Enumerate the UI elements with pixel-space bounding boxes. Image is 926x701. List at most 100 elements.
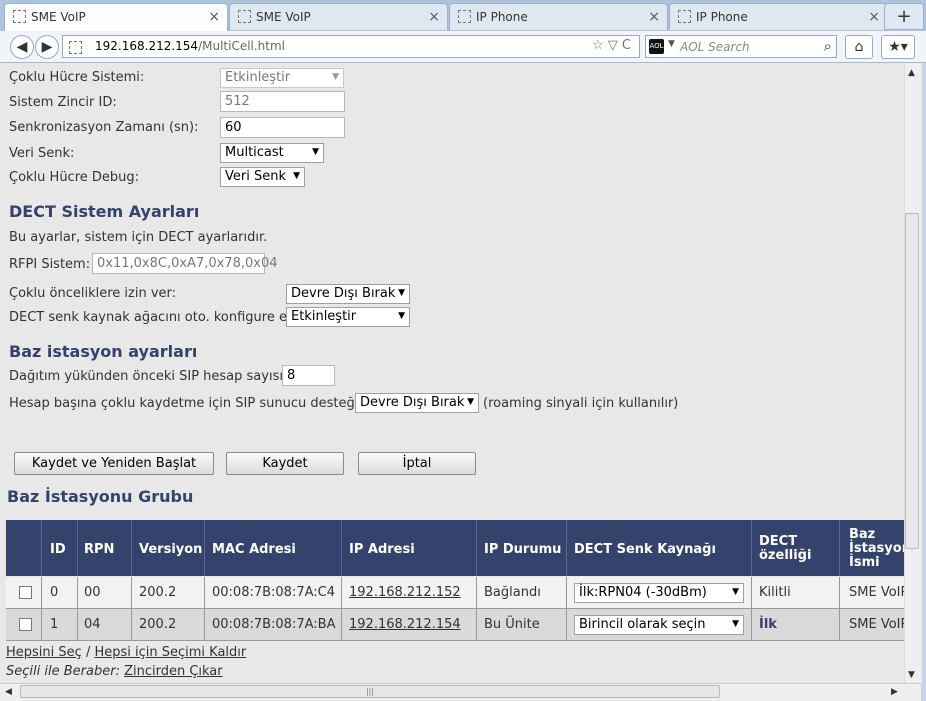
cell-ip-status: Bağlandı <box>484 585 541 600</box>
scroll-down-icon[interactable]: ▼ <box>908 670 915 680</box>
base-heading: Baz istasyon ayarları <box>9 342 198 361</box>
selected-value: Etkinleştir <box>291 309 357 324</box>
bookmarks-menu-icon[interactable]: ★▾ <box>881 35 915 59</box>
column-divider <box>77 609 78 640</box>
back-icon[interactable]: ◀ <box>10 35 34 59</box>
page-icon <box>238 10 251 23</box>
save-restart-button[interactable]: Kaydet ve Yeniden Başlat <box>14 452 214 475</box>
selected-value: Devre Dışı Bırak <box>360 395 465 410</box>
column-divider <box>41 520 42 576</box>
selected-value: Devre Dışı Bırak <box>291 286 396 301</box>
column-header-ip-status: IP Durumu <box>484 542 562 557</box>
search-engine-icon[interactable]: AOL <box>649 39 664 54</box>
remove-chain-link[interactable]: Zincirden Çıkar <box>124 664 223 679</box>
new-tab-button[interactable]: + <box>884 3 924 30</box>
site-identity-icon <box>69 41 82 54</box>
cell-mac: 00:08:7B:08:7A:C4 <box>212 585 335 600</box>
column-divider <box>204 577 205 608</box>
selection-links: Hepsini Seç / Hepsi için Seçimi Kaldır <box>6 645 246 660</box>
dect-description: Bu ayarlar, sistem için DECT ayarlarıdır… <box>9 230 268 245</box>
horizontal-scroll-thumb[interactable]: ||| <box>20 685 720 698</box>
search-icon[interactable]: ⌕ <box>824 37 832 55</box>
column-header-mac: MAC Adresi <box>212 542 296 557</box>
cell-ip-status: Bu Ünite <box>484 617 540 632</box>
cell-base-name: SME VoIP <box>849 585 904 600</box>
column-header-ip: IP Adresi <box>349 542 415 557</box>
column-divider <box>566 609 567 640</box>
data-sync-select[interactable]: Multicast ▼ <box>220 143 324 163</box>
column-divider <box>839 577 840 608</box>
bookmark-star-icon[interactable]: ☆ ▽ C <box>592 38 631 53</box>
column-divider <box>566 520 567 576</box>
column-divider <box>566 577 567 608</box>
page-icon <box>458 10 471 23</box>
close-icon[interactable]: × <box>428 4 440 30</box>
save-button[interactable]: Kaydet <box>226 452 344 475</box>
selected-actions: Seçili ile Beraber: Zincirden Çıkar <box>6 664 223 679</box>
chevron-down-icon[interactable]: ▼ <box>668 39 675 49</box>
search-placeholder[interactable]: AOL Search <box>680 40 750 54</box>
tab-ip-phone-1[interactable]: IP Phone × <box>449 3 668 30</box>
deselect-all-link[interactable]: Hepsi için Seçimi Kaldır <box>94 645 246 660</box>
row-checkbox[interactable] <box>19 618 32 631</box>
chevron-down-icon: ▼ <box>467 397 474 407</box>
cell-rpn: 00 <box>84 585 101 600</box>
rfpi-label: RFPI Sistem: <box>9 257 91 272</box>
chain-id-field[interactable]: 512 <box>220 91 345 112</box>
tab-sme-voip-2[interactable]: SME VoIP × <box>229 3 448 30</box>
column-header-id: ID <box>50 542 66 557</box>
chevron-down-icon: ▼ <box>312 147 319 157</box>
debug-label: Çoklu Hücre Debug: <box>9 170 140 185</box>
column-header-dect-feature: DECT özelliği <box>759 534 812 563</box>
sip-count-label: Dağıtım yükünden önceki SIP hesap sayısı… <box>9 369 288 384</box>
table-row: 0 00 200.2 00:08:7B:08:7A:C4 192.168.212… <box>6 577 904 609</box>
forward-icon[interactable]: ▶ <box>35 35 59 59</box>
column-header-version: Versiyon <box>139 542 203 557</box>
auto-config-select[interactable]: Etkinleştir ▼ <box>286 307 410 327</box>
column-divider <box>839 520 840 576</box>
sync-time-field[interactable]: 60 <box>220 117 345 138</box>
column-divider <box>131 609 132 640</box>
column-divider <box>131 577 132 608</box>
row-checkbox[interactable] <box>19 586 32 599</box>
close-icon[interactable]: × <box>208 4 220 30</box>
url-bar[interactable]: 192.168.212.154/MultiCell.html ☆ ▽ C <box>62 35 640 58</box>
rfpi-field[interactable]: 0x11,0x8C,0xA7,0x78,0x04 <box>92 253 278 274</box>
scroll-right-icon[interactable]: ▶ <box>891 687 898 697</box>
column-header-rpn: RPN <box>84 542 115 557</box>
tab-sme-voip-1[interactable]: SME VoIP × <box>4 3 228 32</box>
home-icon[interactable]: ⌂ <box>845 35 873 59</box>
sip-count-field[interactable]: 8 <box>282 365 335 386</box>
scroll-up-icon[interactable]: ▲ <box>908 68 915 78</box>
scroll-left-icon[interactable]: ◀ <box>5 687 12 697</box>
select-all-link[interactable]: Hepsini Seç <box>6 645 82 660</box>
vertical-scroll-thumb[interactable] <box>905 213 919 549</box>
column-divider <box>41 609 42 640</box>
page-icon <box>13 10 26 23</box>
cell-ip-link[interactable]: 192.168.212.152 <box>349 585 461 600</box>
column-divider <box>839 609 840 640</box>
selected-value: Multicast <box>225 145 284 160</box>
multi-primary-select[interactable]: Devre Dışı Bırak ▼ <box>286 284 410 304</box>
table-row: 1 04 200.2 00:08:7B:08:7A:BA 192.168.212… <box>6 609 904 641</box>
navigation-bar: ◀ ▶ 192.168.212.154/MultiCell.html ☆ ▽ C… <box>0 31 926 63</box>
close-icon[interactable]: × <box>868 4 880 30</box>
tab-ip-phone-2[interactable]: IP Phone × <box>669 3 888 30</box>
tab-title: IP Phone <box>696 10 748 24</box>
debug-select[interactable]: Veri Senk ▼ <box>220 167 305 187</box>
cell-id: 1 <box>50 617 59 632</box>
search-box[interactable]: AOL ▼ AOL Search ⌕ <box>645 35 837 58</box>
dect-sync-select[interactable]: İlk:RPN04 (-30dBm) ▼ <box>574 583 744 603</box>
chevron-down-icon: ▼ <box>398 311 405 321</box>
sip-support-label: Hesap başına çoklu kaydetme için SIP sun… <box>9 396 363 411</box>
selected-value: İlk:RPN04 (-30dBm) <box>579 585 707 600</box>
cancel-button[interactable]: İptal <box>358 452 476 475</box>
close-icon[interactable]: × <box>648 4 660 30</box>
sip-support-note: (roaming sinyali için kullanılır) <box>483 396 679 411</box>
column-divider <box>41 577 42 608</box>
link-separator: / <box>85 645 91 660</box>
chevron-down-icon: ▼ <box>732 587 739 597</box>
dect-sync-select[interactable]: Birincil olarak seçin ▼ <box>574 615 744 635</box>
sip-support-select[interactable]: Devre Dışı Bırak ▼ <box>355 393 479 413</box>
cell-ip-link[interactable]: 192.168.212.154 <box>349 617 461 632</box>
